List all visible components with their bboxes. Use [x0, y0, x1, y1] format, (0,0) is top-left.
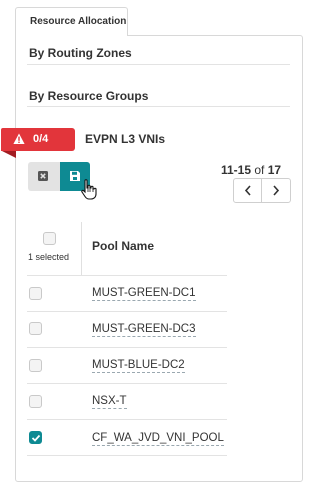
row-checkbox[interactable] [29, 287, 42, 300]
close-box-icon [38, 171, 48, 181]
pool-name-link[interactable]: CF_WA_JVD_VNI_POOL [92, 431, 224, 446]
next-page-button[interactable] [262, 179, 290, 202]
group-title: EVPN L3 VNIs [85, 132, 166, 146]
pagination-controls [233, 178, 291, 203]
chevron-right-icon [273, 185, 280, 196]
alert-badge: 0/4 [1, 128, 75, 158]
pagination-summary: 11-15 of 17 [221, 163, 281, 177]
pool-name-link[interactable]: NSX-T [92, 394, 127, 409]
checkmark-icon [31, 434, 41, 442]
row-divider [27, 383, 227, 384]
badge-fold [2, 151, 16, 158]
select-all-checkbox[interactable] [43, 232, 56, 245]
row-checkbox[interactable] [29, 431, 42, 444]
warning-triangle-icon [13, 133, 25, 144]
row-divider [27, 419, 227, 420]
pagination-range: 11-15 [221, 163, 252, 177]
row-divider [27, 311, 227, 312]
row-divider [27, 275, 227, 276]
cancel-button[interactable] [28, 162, 60, 191]
tab-resource-allocation[interactable]: Resource Allocation [15, 7, 128, 36]
row-checkbox[interactable] [29, 322, 42, 335]
pool-name-link[interactable]: MUST-GREEN-DC3 [92, 322, 196, 337]
pagination-of-label: of [254, 163, 265, 177]
hand-cursor-icon [81, 179, 97, 200]
previous-page-button[interactable] [234, 179, 263, 202]
section-by-resource-groups[interactable]: By Resource Groups [29, 89, 148, 103]
header-column-divider [81, 222, 82, 275]
pool-name-link[interactable]: MUST-BLUE-DC2 [92, 358, 185, 373]
row-checkbox[interactable] [29, 359, 42, 372]
chevron-left-icon [244, 185, 251, 196]
row-checkbox[interactable] [29, 395, 42, 408]
pagination-total: 17 [267, 163, 282, 177]
section-by-routing-zones[interactable]: By Routing Zones [29, 46, 132, 60]
divider [27, 64, 290, 65]
column-header-pool-name[interactable]: Pool Name [92, 239, 154, 253]
divider [27, 106, 290, 107]
selected-count: 1 selected [28, 252, 70, 262]
pool-name-link[interactable]: MUST-GREEN-DC1 [92, 286, 196, 301]
alert-count: 0/4 [33, 133, 49, 145]
row-divider [27, 347, 227, 348]
row-divider [27, 455, 227, 456]
